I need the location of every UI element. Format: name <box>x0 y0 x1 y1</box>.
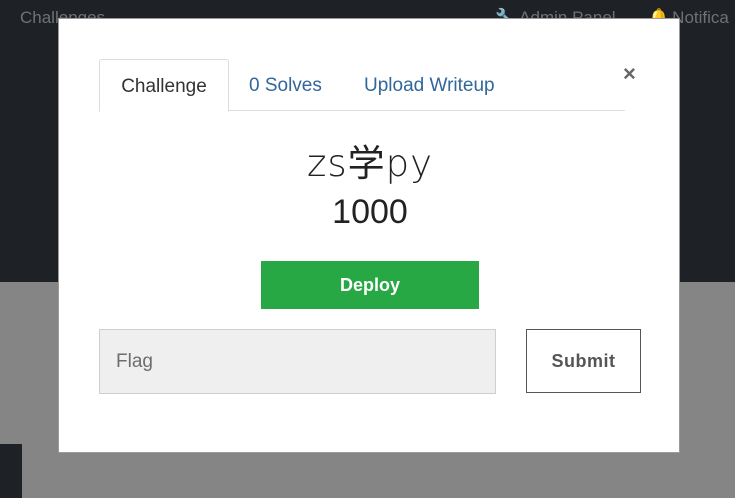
nav-notifications-label: Notifica <box>672 8 729 27</box>
background-card <box>0 444 22 498</box>
flag-input[interactable] <box>99 329 496 394</box>
tab-upload-writeup[interactable]: Upload Writeup <box>364 59 495 112</box>
challenge-name: zs学py <box>306 142 434 185</box>
tab-challenge[interactable]: Challenge <box>99 59 229 112</box>
submit-button[interactable]: Submit <box>526 329 641 393</box>
challenge-modal: × Challenge 0 Solves Upload Writeup zs学p… <box>58 18 680 453</box>
deploy-button[interactable]: Deploy <box>261 261 479 309</box>
challenge-tabs: Challenge 0 Solves Upload Writeup <box>99 59 625 112</box>
tab-solves[interactable]: 0 Solves <box>249 59 322 112</box>
challenge-value: 1000 <box>332 193 408 231</box>
